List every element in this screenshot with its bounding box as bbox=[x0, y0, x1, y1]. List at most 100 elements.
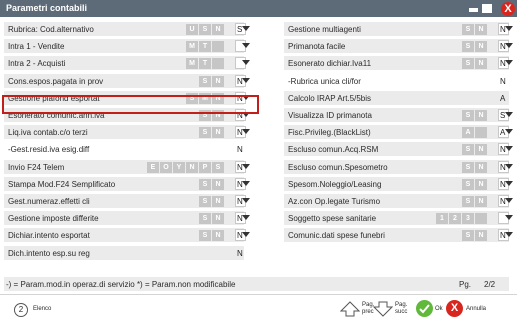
option-chip[interactable]: S bbox=[199, 24, 211, 35]
option-chip[interactable]: N bbox=[212, 230, 224, 242]
dropdown-arrow-icon[interactable] bbox=[242, 198, 250, 203]
option-chip[interactable]: S bbox=[199, 127, 211, 139]
dropdown-arrow-icon[interactable] bbox=[505, 60, 513, 66]
option-chip[interactable]: N bbox=[475, 144, 487, 156]
dropdown-arrow-icon[interactable] bbox=[505, 43, 513, 49]
option-chip[interactable]: 3 bbox=[462, 213, 474, 225]
left-param-row[interactable]: Stampa Mod.F24 Semplificato S N N bbox=[4, 176, 250, 191]
dropdown-arrow-icon[interactable] bbox=[242, 232, 250, 238]
dropdown-arrow-icon[interactable] bbox=[242, 180, 250, 186]
option-chip[interactable]: S bbox=[462, 230, 474, 242]
option-chip[interactable]: N bbox=[186, 161, 198, 173]
dropdown-arrow-icon[interactable] bbox=[242, 215, 250, 221]
option-chip[interactable]: S bbox=[199, 213, 211, 225]
option-chip[interactable]: N bbox=[475, 196, 487, 207]
dropdown-arrow-icon[interactable] bbox=[505, 163, 513, 169]
option-chip[interactable]: S bbox=[199, 230, 211, 242]
option-chip[interactable]: S bbox=[462, 144, 474, 156]
option-chip[interactable]: N bbox=[475, 230, 487, 242]
option-chip[interactable]: S bbox=[462, 178, 474, 190]
dropdown-arrow-icon[interactable] bbox=[505, 232, 513, 238]
param-value[interactable]: A bbox=[500, 94, 505, 103]
option-chip[interactable]: Y bbox=[173, 161, 185, 173]
param-value[interactable]: N bbox=[500, 77, 506, 86]
option-chip[interactable]: S bbox=[199, 75, 211, 87]
right-param-row[interactable]: Az.con Op.legate Turismo S N N bbox=[284, 194, 513, 208]
option-chip[interactable]: S bbox=[199, 196, 211, 207]
left-param-row[interactable]: Rubrica: Cod.alternativo U S N S bbox=[4, 22, 250, 36]
option-chip[interactable]: N bbox=[212, 213, 224, 225]
option-chip[interactable]: M bbox=[186, 58, 198, 70]
left-param-row[interactable]: Intra 1 - Vendite M T bbox=[4, 39, 250, 54]
dropdown-arrow-icon[interactable] bbox=[505, 215, 513, 221]
option-chip[interactable]: S bbox=[212, 161, 224, 173]
right-param-row[interactable]: Primanota facile S N N bbox=[284, 39, 513, 54]
left-param-row[interactable]: Gestione imposte differite S N N bbox=[4, 211, 250, 226]
option-chip[interactable] bbox=[212, 41, 224, 53]
right-param-row[interactable]: Escluso comun.Spesometro S N N bbox=[284, 159, 513, 174]
option-chip[interactable]: N bbox=[212, 196, 224, 207]
right-param-row[interactable]: -Rubrica unica cli/for N bbox=[284, 74, 509, 88]
dropdown-arrow-icon[interactable] bbox=[505, 112, 513, 117]
option-chip[interactable]: S bbox=[462, 161, 474, 173]
maximize-icon[interactable] bbox=[482, 4, 492, 13]
dropdown-arrow-icon[interactable] bbox=[242, 129, 250, 135]
option-chip[interactable] bbox=[475, 127, 487, 139]
option-chip[interactable]: N bbox=[212, 75, 224, 87]
option-chip[interactable]: E bbox=[147, 161, 159, 173]
close-icon[interactable]: X bbox=[501, 2, 515, 16]
option-chip[interactable]: S bbox=[462, 110, 474, 121]
option-chip[interactable]: S bbox=[462, 58, 474, 70]
param-value[interactable]: N bbox=[237, 249, 243, 258]
left-param-row[interactable]: Dich.intento esp.su reg N bbox=[4, 245, 244, 260]
option-chip[interactable]: T bbox=[199, 58, 211, 70]
dropdown-arrow-icon[interactable] bbox=[242, 26, 250, 31]
minimize-icon[interactable] bbox=[469, 8, 478, 12]
right-param-row[interactable]: Visualizza ID primanota S N S bbox=[284, 108, 513, 122]
dropdown-arrow-icon[interactable] bbox=[242, 60, 250, 66]
right-param-row[interactable]: Spesom.Noleggio/Leasing S N N bbox=[284, 176, 513, 191]
option-chip[interactable]: N bbox=[475, 178, 487, 190]
left-param-row[interactable]: Liq.iva contab.c/o terzi S N N bbox=[4, 125, 250, 140]
dropdown-arrow-icon[interactable] bbox=[242, 163, 250, 169]
option-chip[interactable]: O bbox=[160, 161, 172, 173]
left-param-row[interactable]: Invio F24 Telem E O Y N P S N bbox=[4, 159, 250, 174]
option-chip[interactable]: N bbox=[212, 178, 224, 190]
option-chip[interactable]: A bbox=[462, 127, 474, 139]
option-chip[interactable]: N bbox=[475, 41, 487, 53]
option-chip[interactable]: N bbox=[475, 110, 487, 121]
option-chip[interactable]: 2 bbox=[449, 213, 461, 225]
option-chip[interactable]: U bbox=[186, 24, 198, 35]
param-value[interactable]: N bbox=[237, 145, 243, 154]
left-param-row[interactable]: -Gest.resid.iva esig.diff N bbox=[4, 142, 244, 156]
option-chip[interactable]: S bbox=[462, 24, 474, 35]
option-chip[interactable]: N bbox=[475, 24, 487, 35]
left-param-row[interactable]: Gest.numeraz.effetti cli S N N bbox=[4, 194, 250, 208]
option-chip[interactable]: N bbox=[212, 24, 224, 35]
option-chip[interactable]: S bbox=[462, 196, 474, 207]
dropdown-arrow-icon[interactable] bbox=[505, 180, 513, 186]
option-chip[interactable]: N bbox=[212, 127, 224, 139]
right-param-row[interactable]: Calcolo IRAP Art.5/5bis A bbox=[284, 90, 509, 105]
right-param-row[interactable]: Soggetto spese sanitarie 1 2 3 bbox=[284, 211, 513, 226]
option-chip[interactable]: P bbox=[199, 161, 211, 173]
option-chip[interactable] bbox=[212, 58, 224, 70]
dropdown-arrow-icon[interactable] bbox=[505, 198, 513, 203]
option-chip[interactable]: N bbox=[475, 161, 487, 173]
right-param-row[interactable]: Esonerato dichiar.Iva11 S N N bbox=[284, 56, 513, 71]
dropdown-arrow-icon[interactable] bbox=[242, 77, 250, 83]
option-chip[interactable]: S bbox=[462, 41, 474, 53]
right-param-row[interactable]: Comunic.dati spese funebri S N N bbox=[284, 228, 513, 243]
left-param-row[interactable]: Intra 2 - Acquisti M T bbox=[4, 56, 250, 71]
option-chip[interactable] bbox=[475, 213, 487, 225]
dropdown-arrow-icon[interactable] bbox=[505, 129, 513, 135]
right-param-row[interactable]: Gestione multiagenti S N N bbox=[284, 22, 513, 36]
dropdown-arrow-icon[interactable] bbox=[505, 146, 513, 152]
right-param-row[interactable]: Fisc.Privileg.(BlackList) A A bbox=[284, 125, 513, 140]
option-chip[interactable]: T bbox=[199, 41, 211, 53]
right-param-row[interactable]: Escluso comun.Acq.RSM S N N bbox=[284, 142, 513, 157]
dropdown-arrow-icon[interactable] bbox=[505, 26, 513, 31]
dropdown-arrow-icon[interactable] bbox=[242, 43, 250, 49]
option-chip[interactable]: N bbox=[475, 58, 487, 70]
left-param-row[interactable]: Cons.espos.pagata in prov S N N bbox=[4, 73, 250, 88]
